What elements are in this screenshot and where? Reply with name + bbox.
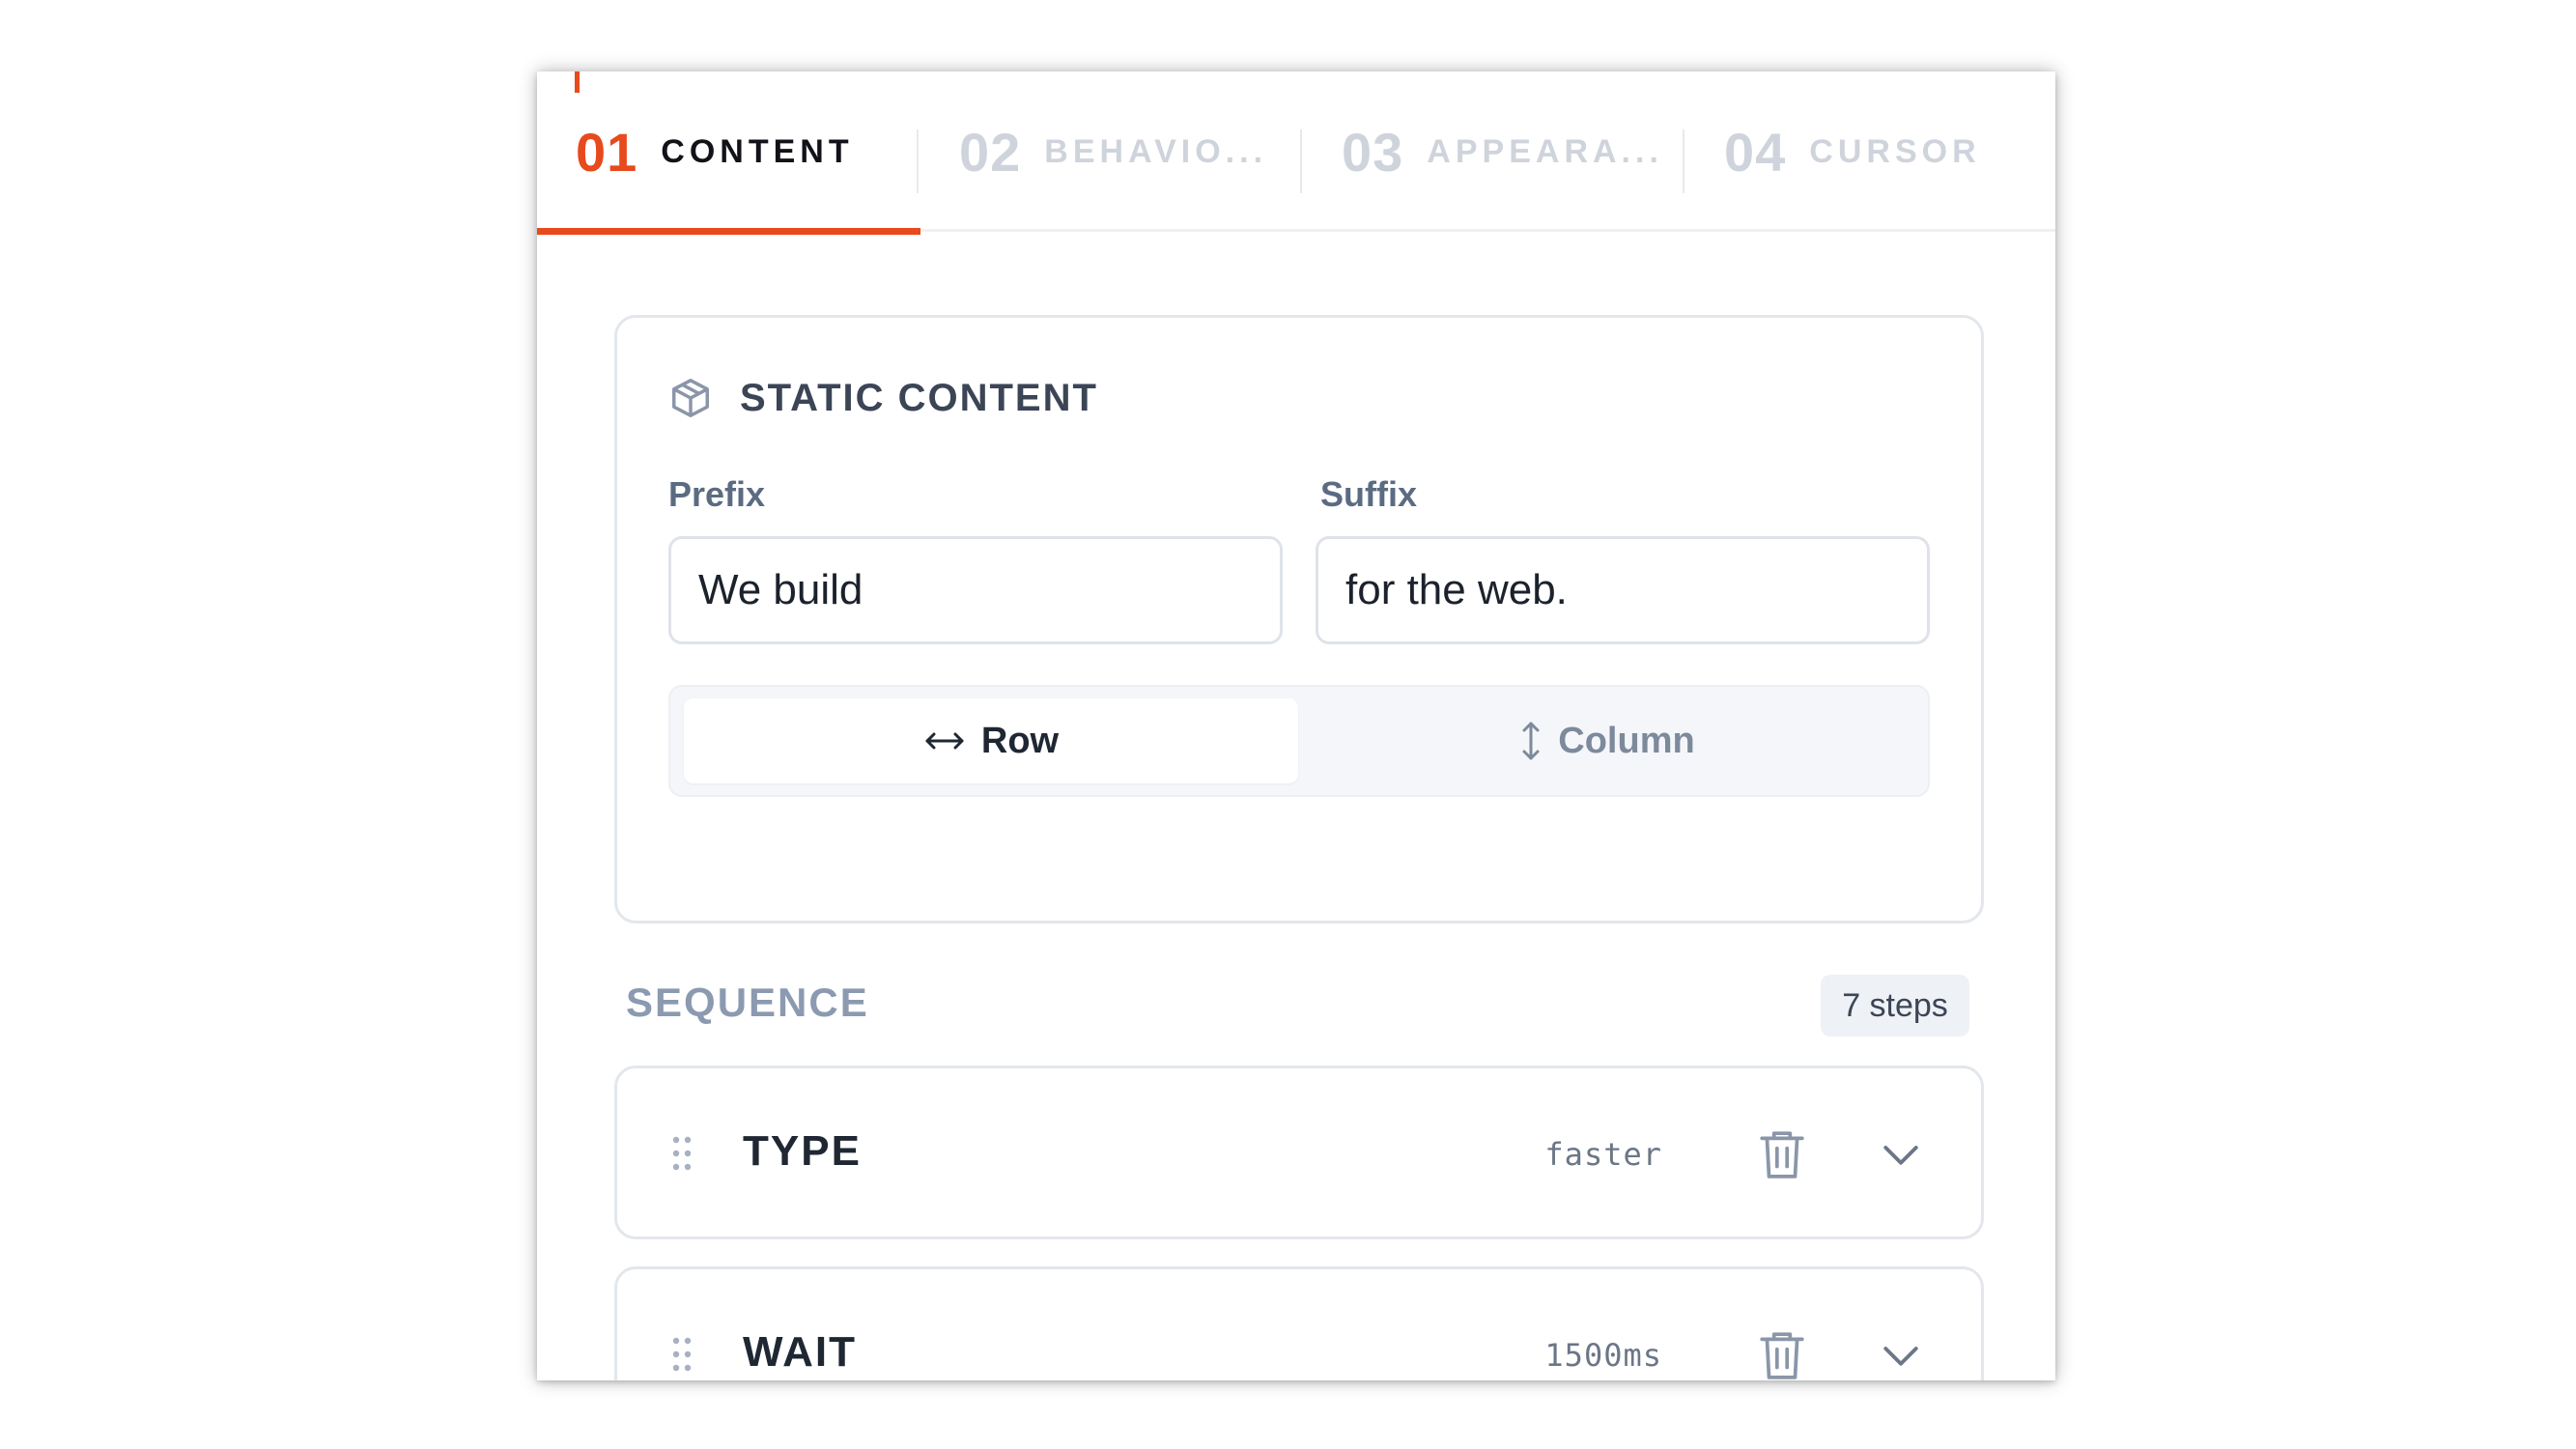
row-option[interactable]: Row — [684, 698, 1298, 783]
tab-label: CONTENT — [661, 132, 854, 170]
drag-handle-icon[interactable] — [671, 1335, 693, 1374]
prefix-label: Prefix — [668, 474, 766, 514]
row-option-label: Row — [980, 720, 1060, 761]
trash-icon[interactable] — [1758, 1329, 1806, 1380]
step-count-badge: 7 steps — [1821, 975, 1969, 1037]
arrow-left-right-icon — [925, 732, 964, 750]
tab-number: 03 — [1342, 121, 1404, 183]
tab-appearance[interactable]: 03 APPEARA... — [1303, 71, 1685, 232]
tab-bar: 01 CONTENT 02 BEHAVIO... 03 APPEARA... 0… — [537, 71, 2055, 235]
column-option-label: Column — [1558, 720, 1695, 761]
suffix-input[interactable] — [1316, 536, 1930, 644]
prefix-input[interactable] — [668, 536, 1283, 644]
tab-label: CURSOR — [1809, 132, 1981, 170]
chevron-down-icon[interactable] — [1881, 1339, 1921, 1372]
tab-number: 02 — [959, 121, 1022, 183]
tab-number: 01 — [576, 121, 638, 183]
sequence-step[interactable]: WAIT 1500ms — [614, 1266, 1984, 1380]
tab-label: BEHAVIO... — [1044, 132, 1268, 170]
sequence-title: SEQUENCE — [626, 980, 869, 1025]
tab-content[interactable]: 01 CONTENT — [537, 71, 920, 235]
step-type-label: TYPE — [743, 1127, 862, 1175]
chevron-down-icon[interactable] — [1881, 1138, 1921, 1171]
drag-handle-icon[interactable] — [671, 1134, 693, 1173]
sequence-step[interactable]: TYPE faster — [614, 1065, 1984, 1239]
arrow-up-down-icon — [1522, 722, 1540, 760]
static-content-card: STATIC CONTENT Prefix Suffix Row Column — [614, 315, 1984, 923]
section-title: STATIC CONTENT — [740, 376, 1098, 419]
suffix-label: Suffix — [1320, 474, 1418, 514]
tab-number: 04 — [1724, 121, 1787, 183]
static-content-header: STATIC CONTENT — [668, 376, 1098, 420]
tab-divider — [917, 129, 919, 193]
tab-behavior[interactable]: 02 BEHAVIO... — [920, 71, 1303, 232]
tab-label: APPEARA... — [1427, 132, 1663, 170]
column-option[interactable]: Column — [1300, 698, 1914, 783]
trash-icon[interactable] — [1758, 1128, 1806, 1180]
step-summary: faster — [1544, 1136, 1662, 1173]
cube-icon — [672, 379, 709, 417]
tab-cursor[interactable]: 04 CURSOR — [1685, 71, 2055, 232]
tab-divider — [1683, 129, 1684, 193]
step-type-label: WAIT — [743, 1328, 857, 1376]
step-summary: 1500ms — [1544, 1337, 1662, 1374]
tab-divider — [1300, 129, 1302, 193]
layout-toggle: Row Column — [668, 685, 1930, 797]
editor-panel: 01 CONTENT 02 BEHAVIO... 03 APPEARA... 0… — [537, 71, 2055, 1380]
